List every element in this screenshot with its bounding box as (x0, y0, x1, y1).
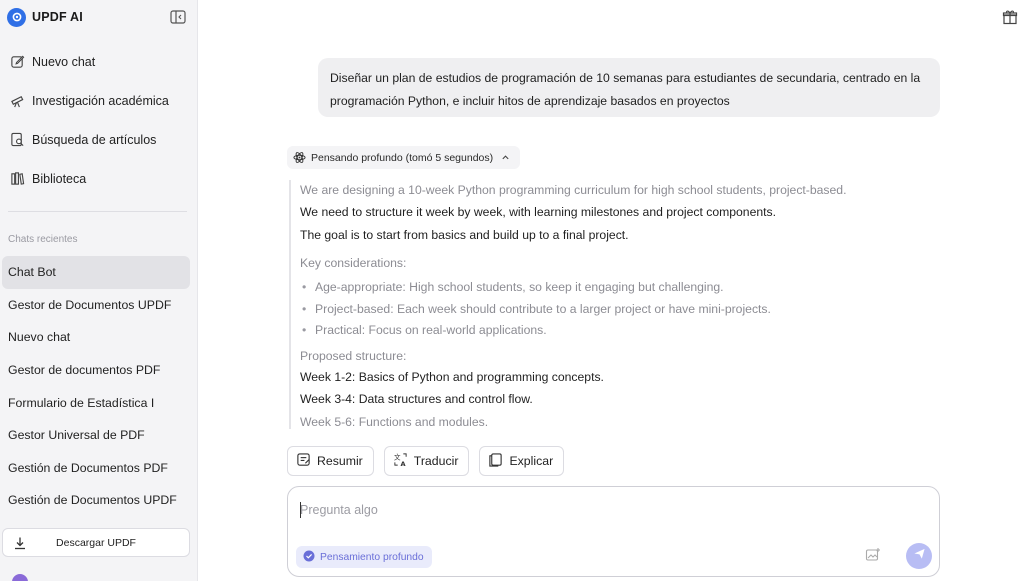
deep-thinking-toggle[interactable]: Pensamiento profundo (296, 546, 432, 568)
thinking-line: We need to structure it week by week, wi… (300, 205, 777, 219)
user-message-bubble: Diseñar un plan de estudios de programac… (318, 58, 940, 117)
thinking-label: Pensando profundo (tomó 5 segundos) (311, 151, 494, 164)
recent-chat-item[interactable]: Chat Bot (2, 256, 190, 289)
recent-chat-item[interactable]: Gestión de Documentos UPDF (2, 484, 190, 517)
quick-actions: Resumir 文A Traducir Explicar (287, 446, 565, 476)
telescope-icon (10, 93, 25, 108)
thinking-line: Week 1-2: Basics of Python and programmi… (300, 370, 604, 384)
thinking-bullet: Age-appropriate: High school students, s… (302, 280, 724, 294)
send-button[interactable] (906, 543, 932, 569)
summarize-label: Resumir (317, 454, 363, 468)
send-icon (913, 547, 926, 565)
thinking-line: Key considerations: (300, 256, 407, 270)
thinking-content: We are designing a 10-week Python progra… (289, 180, 889, 429)
explain-icon (488, 452, 503, 470)
sidebar-item-new-chat[interactable]: Nuevo chat (0, 42, 198, 81)
sidebar-item-label: Investigación académica (32, 93, 169, 108)
sidebar-item-academic-research[interactable]: Investigación académica (0, 81, 198, 120)
sidebar-collapse-icon[interactable] (170, 10, 186, 24)
brand: UPDF AI (7, 7, 83, 27)
thinking-toggle[interactable]: Pensando profundo (tomó 5 segundos) (287, 146, 521, 169)
sidebar-item-label: Nuevo chat (32, 54, 96, 69)
text-caret (300, 502, 301, 518)
recent-chat-item[interactable]: Gestor Universal de PDF (2, 419, 190, 452)
recent-chat-item[interactable]: Gestor de Documentos UPDF (2, 289, 190, 322)
updf-logo-icon (7, 7, 26, 27)
sidebar-item-label: Biblioteca (32, 171, 87, 186)
app-title: UPDF AI (32, 10, 83, 24)
library-icon (10, 171, 25, 186)
download-updf-button[interactable]: Descargar UPDF (2, 528, 190, 557)
download-updf-label: Descargar UPDF (56, 536, 136, 549)
gift-icon[interactable] (1002, 9, 1018, 25)
download-icon (13, 536, 27, 550)
explain-button[interactable]: Explicar (479, 446, 565, 476)
translate-button[interactable]: 文A Traducir (383, 446, 470, 476)
summarize-icon (296, 452, 311, 470)
thinking-line: Proposed structure: (300, 349, 407, 363)
thinking-line: The goal is to start from basics and bui… (300, 228, 629, 242)
translate-label: Traducir (413, 454, 459, 468)
recent-chat-item[interactable]: Nuevo chat (2, 321, 190, 354)
recent-chat-item[interactable]: Gestión de Documentos PDF (2, 452, 190, 485)
summarize-button[interactable]: Resumir (287, 446, 374, 476)
deep-thinking-label: Pensamiento profundo (320, 551, 424, 563)
check-circle-icon (303, 550, 315, 565)
thinking-line: We are designing a 10-week Python progra… (300, 183, 847, 197)
recent-chats-list: Chat Bot Gestor de Documentos UPDF Nuevo… (2, 256, 190, 517)
avatar[interactable] (12, 574, 28, 581)
sidebar-divider (8, 211, 187, 212)
chevron-up-icon (501, 153, 510, 162)
translate-icon: 文A (393, 452, 408, 470)
recent-chat-item[interactable]: Gestor de documentos PDF (2, 354, 190, 387)
thinking-bullet: Project-based: Each week should contribu… (302, 302, 771, 316)
sidebar: UPDF AI Nuevo chat Investigación académi… (0, 0, 198, 581)
recent-chat-item[interactable]: Formulario de Estadística I (2, 386, 190, 419)
sidebar-item-library[interactable]: Biblioteca (0, 159, 198, 198)
recent-chats-heading: Chats recientes (8, 234, 78, 245)
thinking-line: Week 3-4: Data structures and control fl… (300, 392, 533, 406)
atom-icon (293, 151, 306, 164)
edit-icon (10, 54, 25, 69)
sidebar-item-label: Búsqueda de artículos (32, 132, 157, 147)
sidebar-nav: Nuevo chat Investigación académica Búsqu… (0, 42, 198, 198)
thinking-line: Week 5-6: Functions and modules. (300, 415, 489, 429)
thinking-bullet: Practical: Focus on real-world applicati… (302, 323, 547, 337)
composer: Pensamiento profundo (287, 486, 940, 577)
sidebar-item-article-search[interactable]: Búsqueda de artículos (0, 120, 198, 159)
search-document-icon (10, 132, 25, 147)
image-upload-icon[interactable] (865, 547, 881, 563)
chat-input[interactable] (300, 501, 920, 519)
svg-text:A: A (400, 460, 406, 467)
explain-label: Explicar (509, 454, 554, 468)
